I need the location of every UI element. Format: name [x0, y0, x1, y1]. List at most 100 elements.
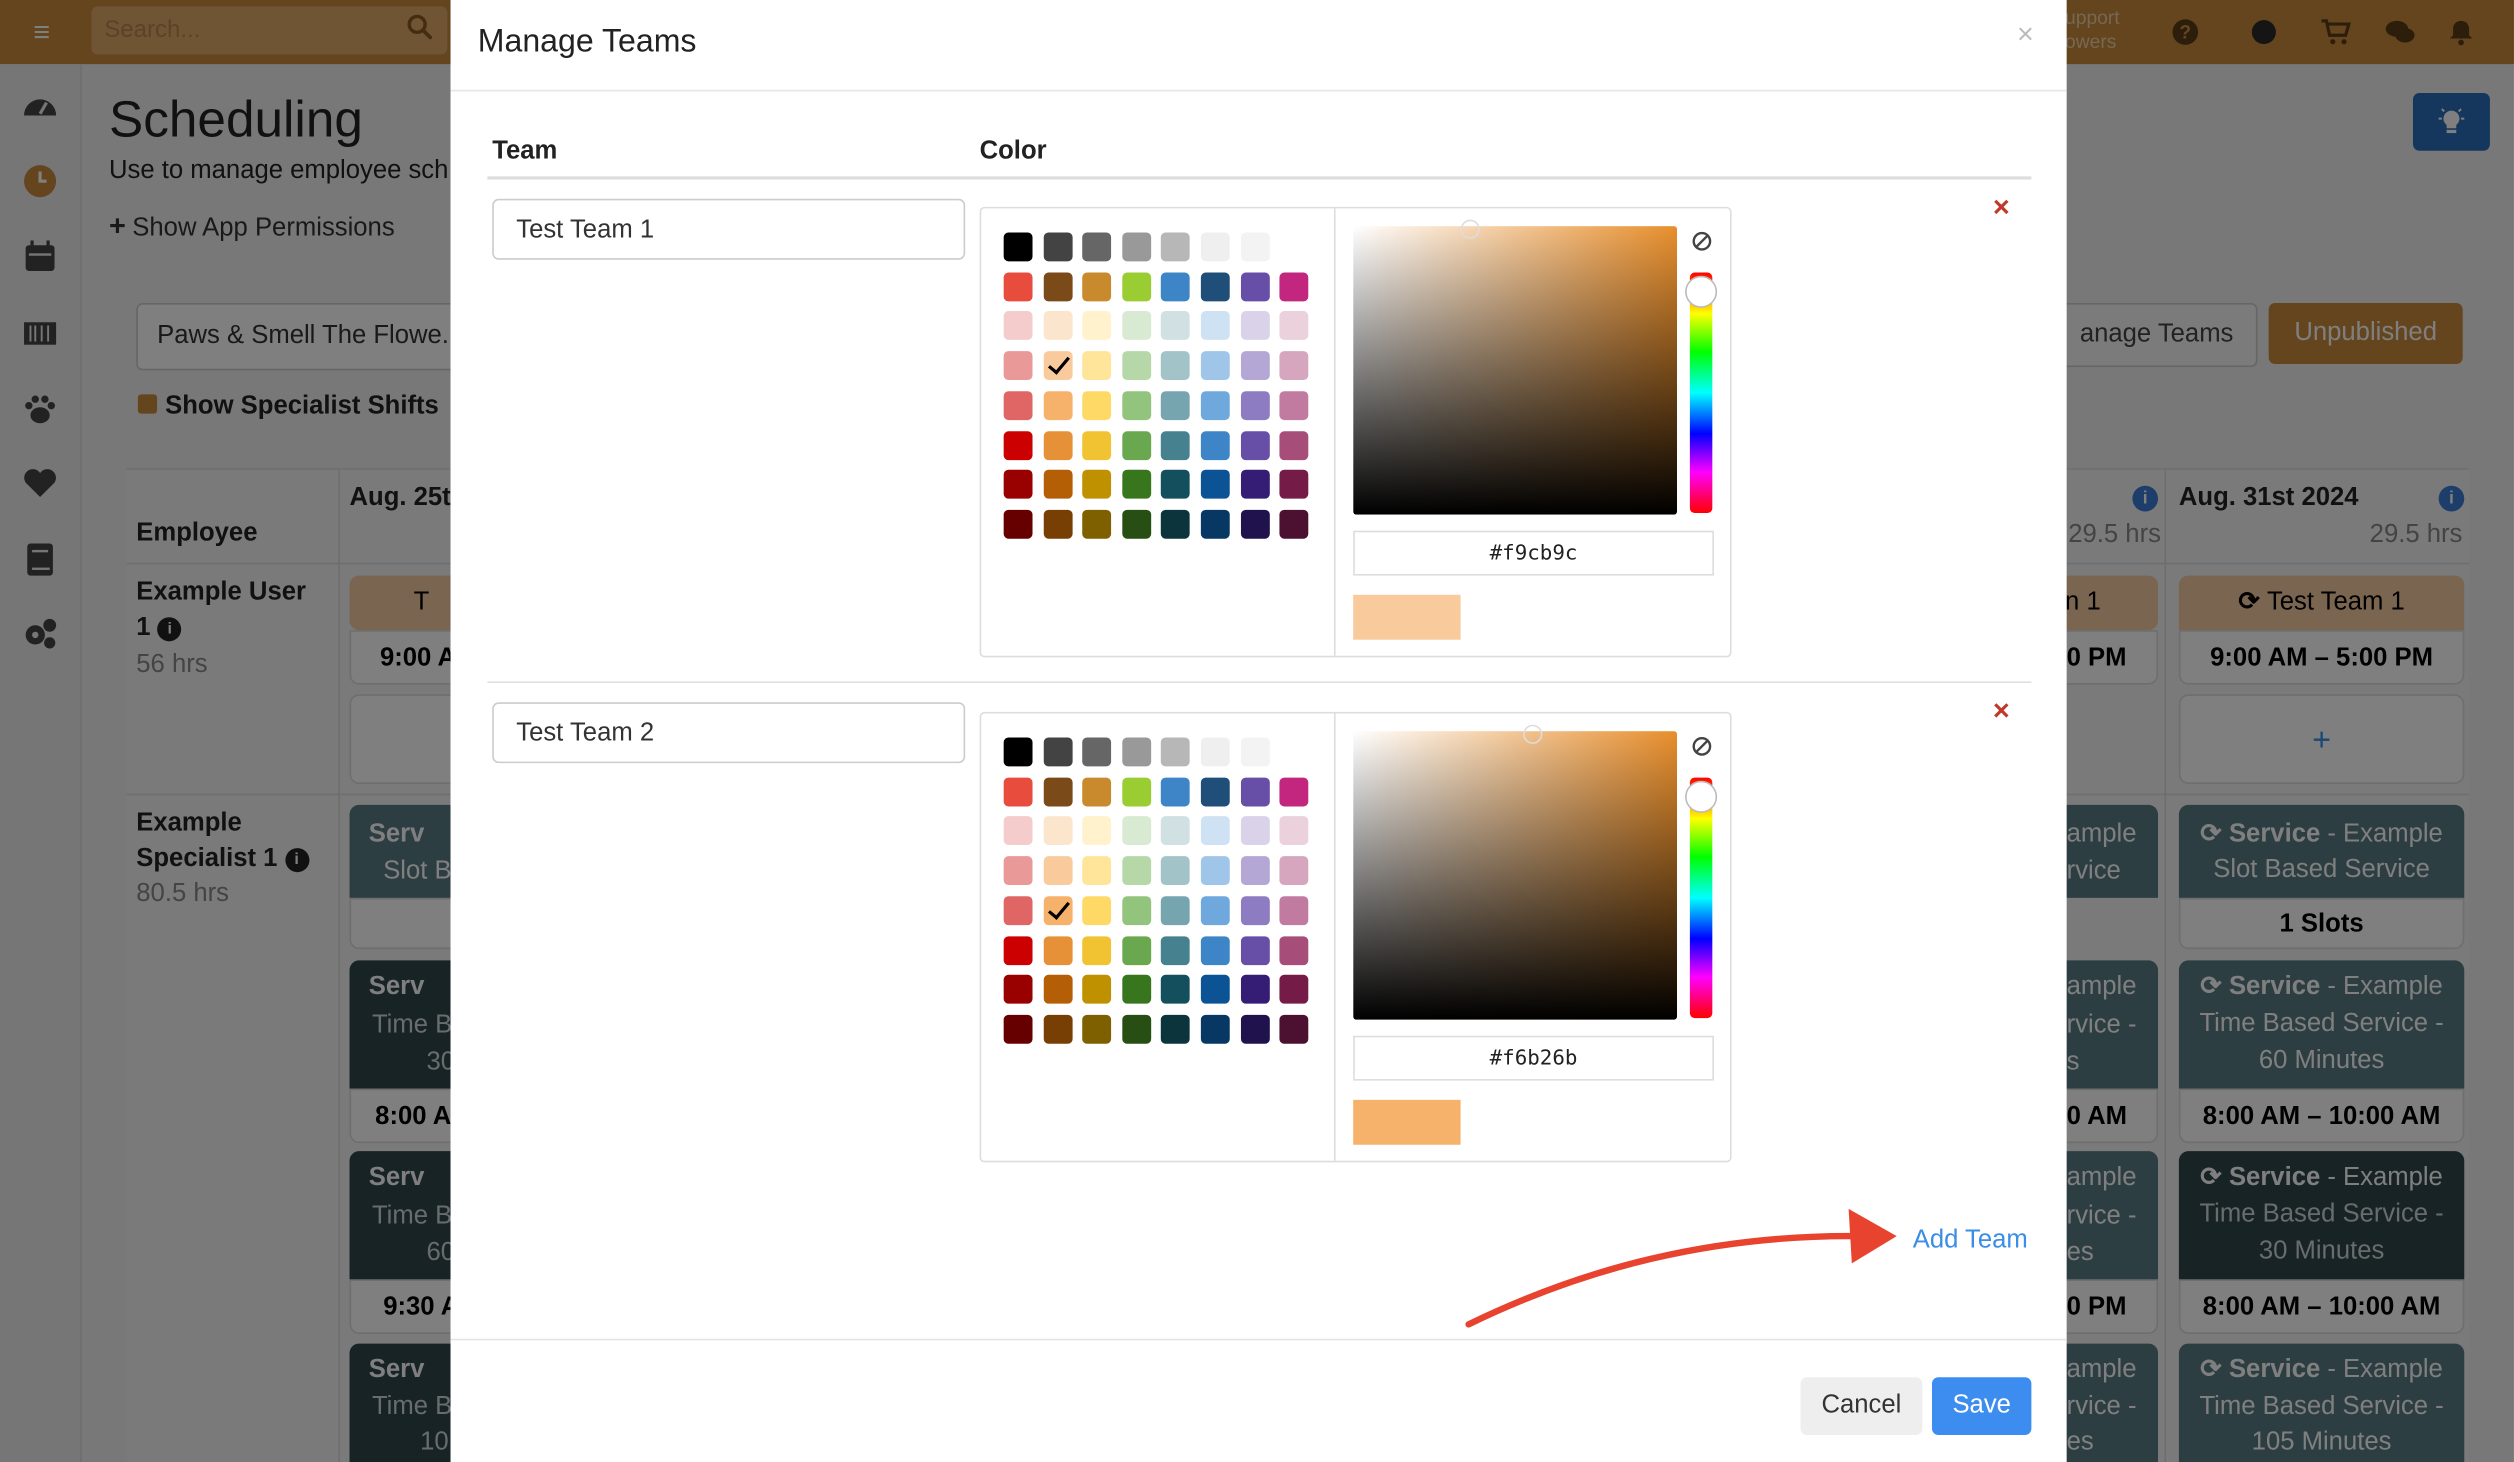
- color-swatch[interactable]: [1121, 895, 1151, 925]
- color-swatch[interactable]: [1240, 737, 1270, 767]
- color-swatch[interactable]: [1121, 232, 1151, 262]
- color-swatch[interactable]: [1003, 895, 1033, 925]
- color-swatch[interactable]: [1240, 975, 1270, 1004]
- color-swatch[interactable]: [1240, 509, 1270, 539]
- color-swatch[interactable]: [1043, 311, 1072, 341]
- color-swatch[interactable]: [1082, 975, 1112, 1004]
- color-swatch[interactable]: [1279, 935, 1309, 965]
- color-swatch[interactable]: [1279, 895, 1309, 925]
- color-swatch[interactable]: [1240, 935, 1270, 965]
- color-swatch[interactable]: [1121, 430, 1151, 460]
- color-swatch[interactable]: [1200, 816, 1230, 846]
- color-swatch[interactable]: [1161, 737, 1191, 767]
- color-swatch[interactable]: [1121, 272, 1151, 301]
- color-swatch[interactable]: [1240, 311, 1270, 341]
- color-swatch[interactable]: [1121, 311, 1151, 341]
- color-swatch[interactable]: [1003, 311, 1033, 341]
- color-swatch[interactable]: [1200, 311, 1230, 341]
- hue-handle[interactable]: [1685, 780, 1718, 813]
- color-swatch[interactable]: [1003, 430, 1033, 460]
- color-swatch[interactable]: [1003, 975, 1033, 1004]
- color-swatch[interactable]: [1003, 856, 1033, 886]
- color-swatch[interactable]: [1003, 351, 1033, 381]
- color-swatch[interactable]: [1043, 232, 1072, 262]
- team-name-input[interactable]: Test Team 2: [492, 702, 966, 764]
- color-swatch[interactable]: [1003, 272, 1033, 301]
- color-swatch[interactable]: [1279, 470, 1309, 499]
- hue-handle[interactable]: [1685, 275, 1718, 308]
- color-swatch[interactable]: [1200, 509, 1230, 539]
- color-swatch[interactable]: [1043, 777, 1072, 806]
- color-swatch[interactable]: [1279, 816, 1309, 846]
- color-swatch[interactable]: [1279, 351, 1309, 381]
- color-swatch[interactable]: [1240, 816, 1270, 846]
- color-swatch[interactable]: [1240, 272, 1270, 301]
- color-swatch[interactable]: [1161, 816, 1191, 846]
- color-swatch[interactable]: [1161, 272, 1191, 301]
- color-swatch[interactable]: [1082, 895, 1112, 925]
- saturation-handle[interactable]: [1523, 724, 1543, 744]
- color-swatch[interactable]: [1200, 975, 1230, 1004]
- color-swatch[interactable]: [1121, 777, 1151, 806]
- color-swatch[interactable]: [1240, 430, 1270, 460]
- color-swatch[interactable]: [1003, 470, 1033, 499]
- color-swatch[interactable]: [1043, 351, 1072, 381]
- color-swatch[interactable]: [1240, 351, 1270, 381]
- hue-slider[interactable]: [1685, 272, 1718, 514]
- color-swatch[interactable]: [1200, 856, 1230, 886]
- color-swatch[interactable]: [1082, 430, 1112, 460]
- saturation-handle[interactable]: [1460, 219, 1480, 239]
- hue-slider[interactable]: [1685, 777, 1718, 1019]
- color-swatch[interactable]: [1240, 895, 1270, 925]
- color-swatch[interactable]: [1121, 935, 1151, 965]
- color-swatch[interactable]: [1121, 509, 1151, 539]
- color-swatch[interactable]: [1161, 311, 1191, 341]
- color-swatch[interactable]: [1003, 777, 1033, 806]
- color-swatch[interactable]: [1161, 509, 1191, 539]
- color-swatch[interactable]: [1082, 935, 1112, 965]
- color-swatch[interactable]: [1003, 737, 1033, 767]
- color-swatch[interactable]: [1082, 737, 1112, 767]
- color-swatch[interactable]: [1279, 232, 1309, 262]
- color-swatch[interactable]: [1161, 390, 1191, 420]
- color-swatch[interactable]: [1043, 975, 1072, 1004]
- color-swatch[interactable]: [1161, 975, 1191, 1004]
- color-swatch[interactable]: [1200, 737, 1230, 767]
- color-swatch[interactable]: [1043, 509, 1072, 539]
- color-swatch[interactable]: [1082, 311, 1112, 341]
- color-swatch[interactable]: [1082, 509, 1112, 539]
- color-swatch[interactable]: [1003, 1014, 1033, 1044]
- color-swatch[interactable]: [1003, 935, 1033, 965]
- color-swatch[interactable]: [1043, 737, 1072, 767]
- color-swatch[interactable]: [1082, 816, 1112, 846]
- color-swatch[interactable]: [1161, 856, 1191, 886]
- color-swatch[interactable]: [1279, 975, 1309, 1004]
- color-swatch[interactable]: [1043, 856, 1072, 886]
- color-swatch[interactable]: [1121, 390, 1151, 420]
- color-swatch[interactable]: [1200, 390, 1230, 420]
- hex-input[interactable]: #f9cb9c: [1353, 530, 1714, 576]
- color-swatch[interactable]: [1043, 895, 1072, 925]
- close-icon[interactable]: ×: [2017, 18, 2034, 52]
- color-swatch[interactable]: [1082, 390, 1112, 420]
- color-swatch[interactable]: [1200, 272, 1230, 301]
- color-swatch[interactable]: [1279, 509, 1309, 539]
- remove-team-icon[interactable]: ×: [1993, 694, 2010, 728]
- color-swatch[interactable]: [1082, 777, 1112, 806]
- no-color-icon[interactable]: [1691, 736, 1712, 757]
- add-team-link[interactable]: Add Team: [1913, 1227, 2028, 1256]
- color-swatch[interactable]: [1279, 856, 1309, 886]
- color-swatch[interactable]: [1003, 390, 1033, 420]
- color-swatch[interactable]: [1161, 470, 1191, 499]
- color-swatch[interactable]: [1043, 390, 1072, 420]
- color-swatch[interactable]: [1121, 470, 1151, 499]
- color-swatch[interactable]: [1161, 935, 1191, 965]
- color-swatch[interactable]: [1082, 351, 1112, 381]
- color-swatch[interactable]: [1043, 1014, 1072, 1044]
- color-swatch[interactable]: [1161, 777, 1191, 806]
- color-swatch[interactable]: [1279, 311, 1309, 341]
- color-swatch[interactable]: [1240, 856, 1270, 886]
- color-swatch[interactable]: [1043, 272, 1072, 301]
- color-swatch[interactable]: [1043, 430, 1072, 460]
- color-swatch[interactable]: [1161, 1014, 1191, 1044]
